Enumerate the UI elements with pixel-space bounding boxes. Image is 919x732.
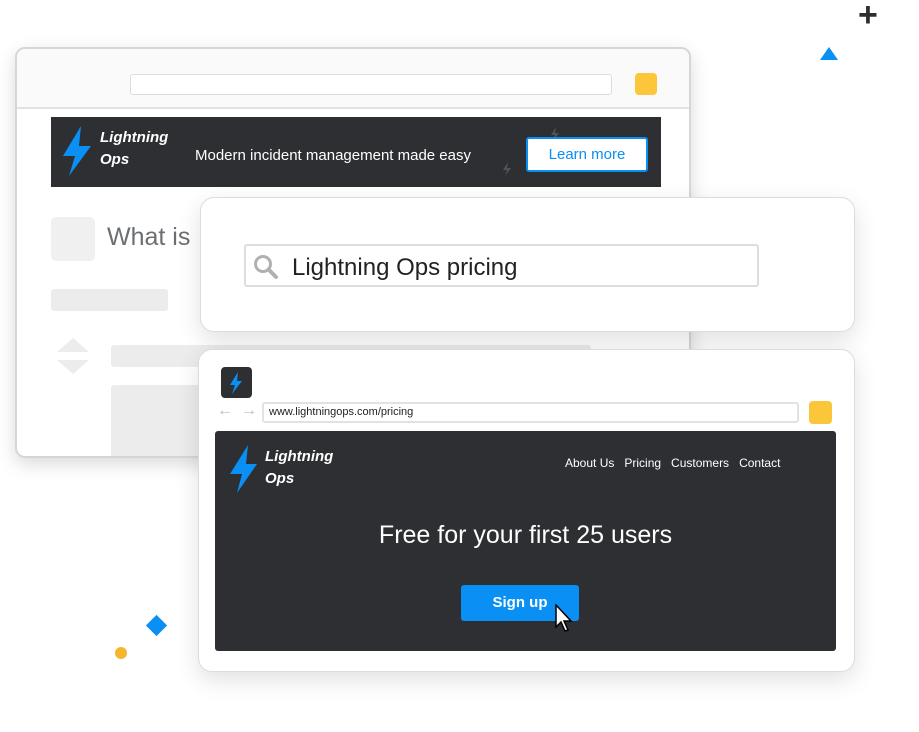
pricing-headline: Free for your first 25 users [378,521,673,549]
dot-decoration [115,647,127,659]
ad-banner: Lightning Ops Modern incident management … [51,117,661,187]
url-text: www.lightningops.com/pricing [269,406,414,418]
pricing-page: Lightning Ops About Us Pricing Customers … [215,431,836,651]
nav-customers[interactable]: Customers [671,456,729,470]
yellow-button[interactable] [809,401,832,424]
learn-more-button[interactable]: Learn more [526,137,648,172]
tagline: Modern incident management made easy [195,147,471,164]
lightning-logo-icon [63,126,91,176]
brand-name: Lightning Ops [100,129,169,168]
nav-about-us[interactable]: About Us [565,456,614,470]
placeholder-bar [51,289,168,311]
address-bar[interactable]: www.lightningops.com/pricing [262,402,799,423]
lightning-logo-icon [230,445,257,493]
placeholder-block [111,385,201,456]
triangle-decoration [820,47,838,60]
nav-pricing[interactable]: Pricing [624,456,661,470]
diamond-decoration [145,614,168,637]
search-query: Lightning Ops pricing [292,254,518,281]
search-icon [254,255,278,279]
lightning-icon [230,372,242,394]
yellow-button[interactable] [635,73,657,95]
address-bar[interactable] [130,74,612,95]
placeholder-thumbnail [51,217,95,261]
small-bolt-icon [503,162,511,176]
brand-name: Lightning Ops [265,448,334,487]
search-input[interactable]: Lightning Ops pricing [244,244,759,287]
nav-contact[interactable]: Contact [739,456,780,470]
article-heading: What is [107,223,191,251]
plus-decoration: + [858,0,878,34]
forward-arrow-icon[interactable]: → [241,402,257,420]
back-arrow-icon[interactable]: ← [217,402,233,420]
search-card: Lightning Ops pricing [200,197,855,332]
mouse-cursor-icon [555,604,573,632]
site-nav: About Us Pricing Customers Contact [565,456,780,470]
favicon-tab[interactable] [221,367,252,398]
front-browser-window: ← → www.lightningops.com/pricing Lightni… [198,349,855,672]
vote-arrows-icon[interactable] [57,338,89,374]
